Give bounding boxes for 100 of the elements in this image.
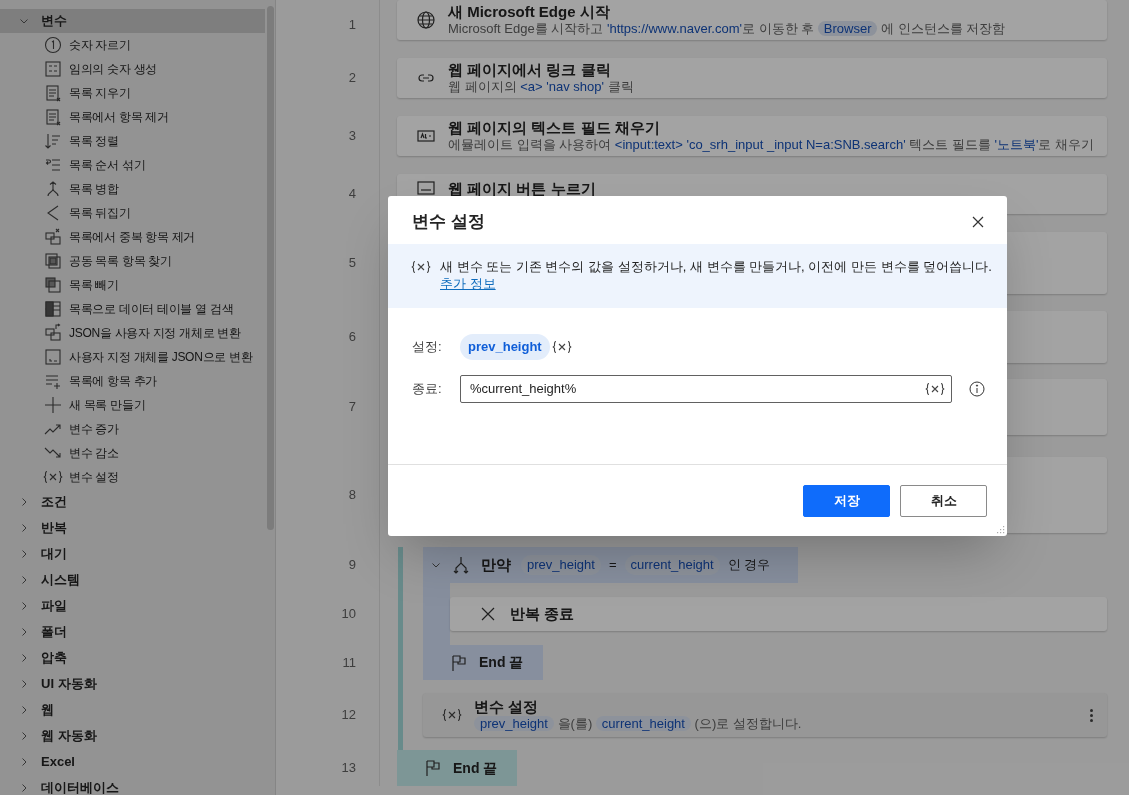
step-card[interactable]: 변수 설정 prev_height 을(를) current_height (으)로 설정합니다. [423,693,1107,737]
line-number: 2 [348,69,356,88]
line-number: 13 [341,759,356,778]
step-card[interactable]: 새 Microsoft Edge 시작 Microsoft Edge를 시작하고 'https://www.naver.com'로 이동한 후 Browser 에 인스턴스를 저장함 [397,0,1107,40]
chevron-right-icon [19,575,29,585]
category-row[interactable]: 변수 [0,9,265,33]
step-card[interactable]: 웹 페이지에서 링크 클릭 웹 페이지의 <a> 'nav shop' 클릭 [397,58,1107,98]
line-number: 5 [348,254,356,273]
action-item[interactable]: 변수 설정 [0,465,275,489]
line-number: 8 [348,486,356,505]
action-item[interactable]: 목록에서 항목 제거 [0,105,275,129]
end-block[interactable]: End 끝 [423,645,543,680]
boxes-icon [43,323,63,343]
table-icon [43,299,63,319]
list-remove-icon [43,107,63,127]
globe-icon [416,10,436,30]
variable-chip[interactable]: prev_height [460,334,550,360]
action-item[interactable]: 목록에서 중복 항목 제거 [0,225,275,249]
action-item[interactable]: 목록에 항목 추가 [0,369,275,393]
action-item[interactable]: 새 목록 만들기 [0,393,275,417]
action-item[interactable]: 공동 목록 항목 찾기 [0,249,275,273]
close-icon [972,216,984,228]
branch-icon [451,555,471,575]
step-card[interactable]: 반복 종료 [450,597,1107,631]
action-item[interactable]: 목록으로 데이터 테이블 열 검색 [0,297,275,321]
step-title: 반복 종료 [510,603,575,624]
step-title: 웹 페이지의 텍스트 필드 채우기 [448,119,661,136]
step-title: 만약 [481,554,511,575]
action-item[interactable]: 목록 병합 [0,177,275,201]
step-title: 변수 설정 [474,698,540,715]
resize-grip-icon[interactable] [995,524,1005,534]
line-number: 10 [341,605,356,624]
chevron-right-icon [19,705,29,715]
flag-icon [449,652,469,673]
action-item[interactable]: 목록 뒤집기 [0,201,275,225]
info-text: 새 변수 또는 기존 변수의 값을 설정하거나, 새 변수를 만들거나, 이전에 만든 변수를 덮어씁니다. [440,258,992,275]
number-icon [43,35,63,55]
action-item[interactable]: 임의의 숫자 생성 [0,57,275,81]
line-number: 11 [342,653,356,672]
boxes-icon [43,227,63,247]
cancel-button[interactable]: 취소 [900,485,987,517]
overlap-icon [43,251,63,271]
action-item[interactable]: JSON을 사용자 지정 개체로 변환 [0,321,275,345]
grid-icon [43,59,63,79]
line-number: 4 [348,185,356,204]
chevron-right-icon [19,757,29,767]
step-description: 웹 페이지의 <a> 'nav shop' 클릭 [448,78,635,95]
line-number: 7 [348,398,356,417]
action-item[interactable]: 목록 지우기 [0,81,275,105]
chevron-right-icon [19,731,29,741]
chevron-right-icon [19,653,29,663]
field-label: 종료: [412,380,443,399]
more-info-link[interactable]: 추가 정보 [440,275,496,292]
chevron-down-icon [431,560,441,570]
field-label: 설정: [412,338,443,357]
action-item[interactable]: 숫자 자르기 [0,33,275,57]
step-description: 에뮬레이트 입력을 사용하여 <input:text> 'co_srh_input _input N=a:SNB.search' 텍스트 필드를 '노트북'로 채우기 [448,136,1095,153]
condition-text: prev_height = current_height 인 경우 [521,555,771,575]
action-item[interactable]: 사용자 지정 개체를 JSON으로 변환 [0,345,275,369]
overlap-icon [43,275,63,295]
list-remove-icon [43,83,63,103]
action-item[interactable]: 목록 순서 섞기 [0,153,275,177]
button-icon [416,178,436,198]
value-field[interactable]: %current_height% [460,375,952,403]
dialog-title: 변수 설정 [412,211,485,234]
chevron-right-icon [19,549,29,559]
line-number: 3 [348,127,356,146]
chevron-right-icon [19,783,29,793]
step-card[interactable]: 웹 페이지의 텍스트 필드 채우기 에뮬레이트 입력을 사용하여 <input:text> 'co_srh_input _input N=a:SNB.search' 텍스트 필드를 '노트북'로 채우기 [397,116,1107,156]
action-item[interactable]: 목록 빼기 [0,273,275,297]
braces-icon [43,470,63,484]
chevron-right-icon [19,627,29,637]
step-title: 웹 페이지 버튼 누르기 [448,179,596,199]
braces-icon [442,708,462,722]
step-title: 새 Microsoft Edge 시작 [448,3,611,20]
plus-icon [43,395,63,415]
braces-icon [551,340,572,354]
flag-icon [423,758,443,778]
condition-header[interactable]: 만약 prev_height = current_height 인 경우 [423,547,799,583]
braces-icon [925,382,945,396]
chevron-right-icon [19,679,29,689]
action-item[interactable]: 목록 정렬 [0,129,275,153]
chevron-down-icon [19,16,29,26]
action-item[interactable]: 변수 증가 [0,417,275,441]
save-button[interactable]: 저장 [803,485,890,517]
step-description: prev_height 을(를) current_height (으)로 설정합니다. [474,715,1076,732]
line-number: 12 [341,706,356,725]
braces-icon [411,260,431,274]
action-item[interactable]: 변수 감소 [0,441,275,465]
line-number: 1 [348,15,356,34]
step-description: Microsoft Edge를 시작하고 'https://www.naver.com'로 이동한 후 Browser 에 인스턴스를 저장함 [448,20,1007,37]
line-number: 9 [348,556,356,575]
end-block[interactable]: End 끝 [397,750,517,786]
box-icon [43,347,63,367]
chevron-right-icon [19,523,29,533]
line-number: 6 [348,328,356,347]
chevron-right-icon [19,497,29,507]
info-icon[interactable] [969,381,985,397]
more-icon[interactable] [1088,708,1095,722]
sort-icon [43,131,63,151]
